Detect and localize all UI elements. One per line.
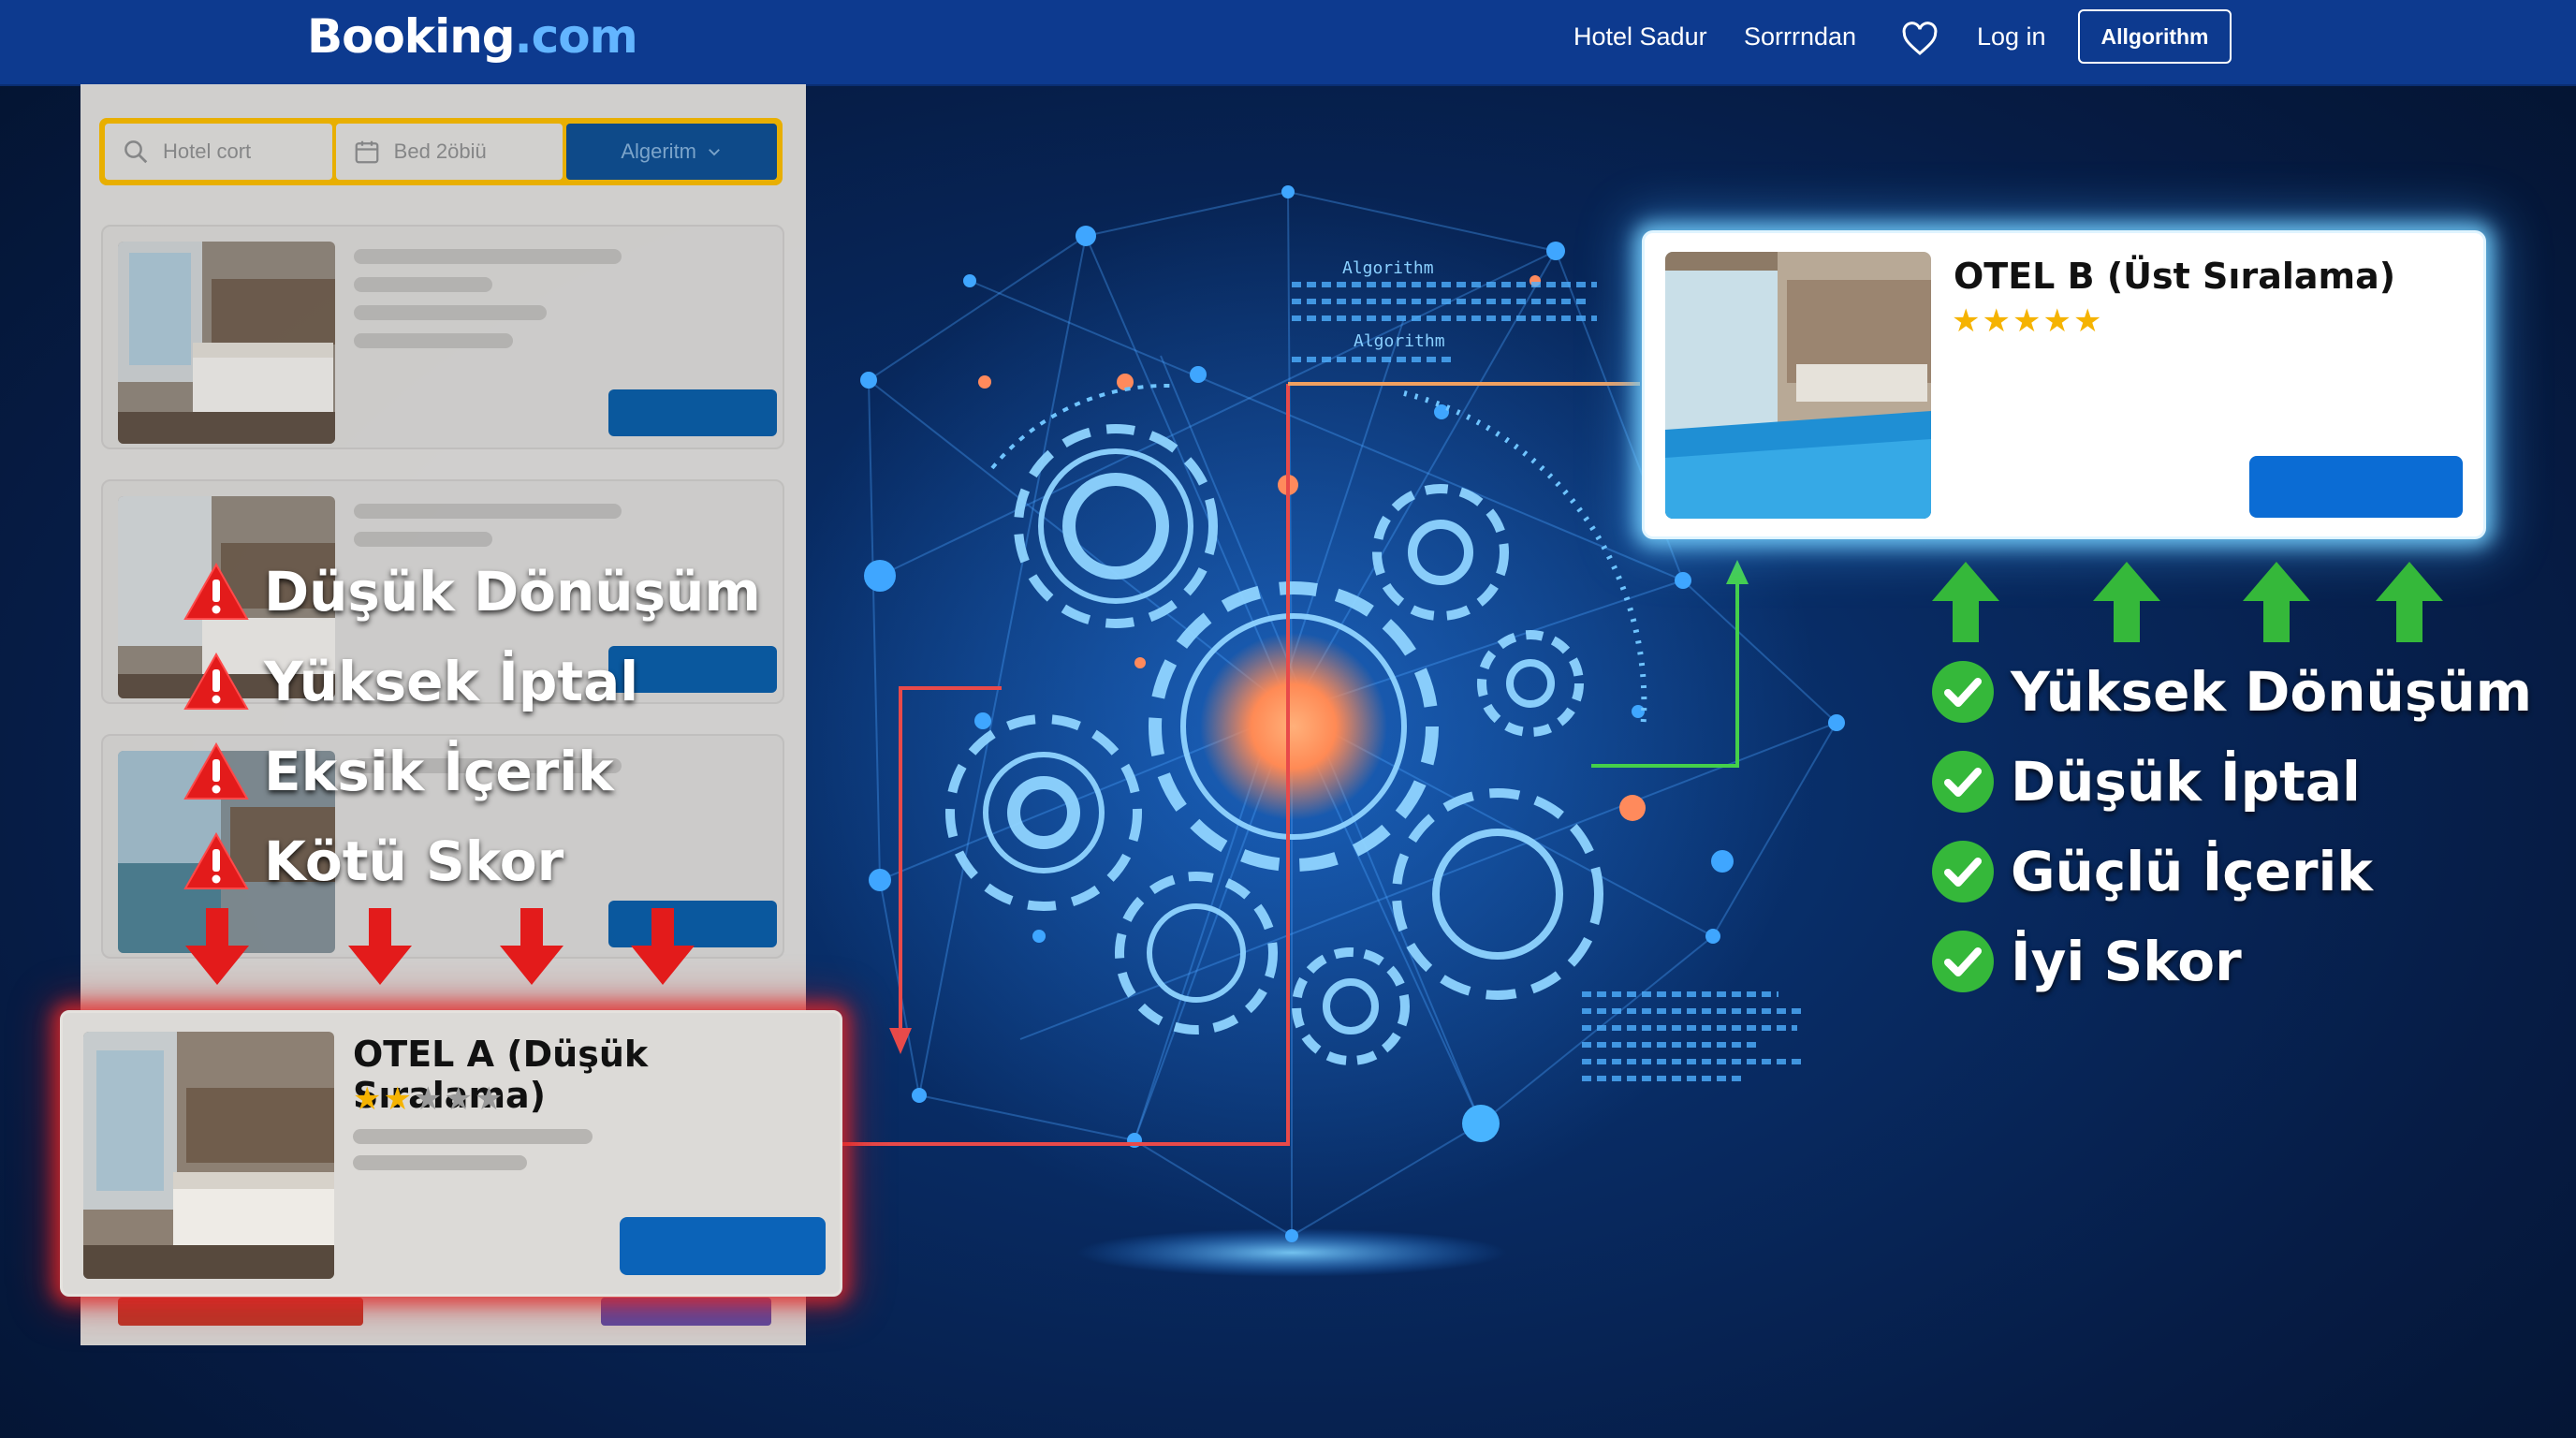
- negative-factor-label: Düşük Dönüşüm: [264, 560, 761, 624]
- positive-factor-label: İyi Skor: [2011, 930, 2242, 993]
- negative-factor: Kötü Skor: [183, 829, 564, 893]
- hotel-b-rating-stars: ★★★★★: [1952, 302, 2103, 340]
- search-icon: [124, 140, 148, 164]
- star-filled-icon: ★: [353, 1080, 384, 1118]
- arrow-down-icon: [348, 908, 412, 985]
- hotel-a-rating-stars: ★★★★★: [353, 1080, 505, 1118]
- check-icon: [1932, 661, 1994, 723]
- star-filled-icon: ★: [2042, 302, 2073, 340]
- check-icon: [1932, 931, 1994, 992]
- hotel-room-image: [118, 242, 335, 444]
- arrow-down-icon: [500, 908, 564, 985]
- negative-factor: Eksik İçerik: [183, 740, 614, 803]
- arrow-up-icon: [2376, 562, 2443, 642]
- algorithm-dropdown[interactable]: Algeritm: [566, 124, 778, 180]
- arrow-up-icon: [2243, 562, 2310, 642]
- warning-icon: [183, 653, 249, 710]
- negative-factor-label: Eksik İçerik: [264, 740, 614, 803]
- chevron-down-icon: [709, 149, 720, 156]
- warning-icon: [183, 832, 249, 889]
- positive-factor-label: Yüksek Dönüşüm: [2011, 660, 2533, 724]
- arrow-up-icon: [1932, 562, 1999, 642]
- search-bar: Hotel cort Bed 2öbiü Algeritm: [99, 118, 783, 185]
- positive-factor-label: Güçlü İçerik: [2011, 840, 2373, 903]
- hotel-a-cta-button[interactable]: [620, 1217, 826, 1275]
- hotel-search-text: Hotel cort: [163, 139, 252, 163]
- star-filled-icon: ★: [2012, 302, 2043, 340]
- date-text: Bed 2öbiü: [393, 139, 487, 163]
- positive-factor: Güçlü İçerik: [1930, 839, 2373, 904]
- hotel-a-image: [83, 1032, 334, 1279]
- positive-factor: Yüksek Dönüşüm: [1930, 659, 2532, 725]
- star-empty-icon: ★: [474, 1080, 505, 1118]
- positive-factor: Düşük İptal: [1930, 749, 2361, 814]
- star-empty-icon: ★: [444, 1080, 475, 1118]
- star-filled-icon: ★: [1982, 302, 2012, 340]
- algorithm-dropdown-label: Algeritm: [621, 139, 697, 163]
- arrow-down-icon: [631, 908, 695, 985]
- calendar-icon: [355, 140, 379, 164]
- hotel-b-card[interactable]: OTEL B (Üst Sıralama) ★★★★★: [1642, 230, 2486, 539]
- hotel-b-pool-image: [1665, 252, 1931, 519]
- listing-card[interactable]: [101, 225, 784, 449]
- listing-peek: [118, 1298, 363, 1326]
- hotel-b-cta-button[interactable]: [2249, 456, 2463, 518]
- star-filled-icon: ★: [2072, 302, 2104, 340]
- listing-peek: [601, 1298, 771, 1326]
- hotel-search-field[interactable]: Hotel cort: [105, 124, 332, 180]
- date-field[interactable]: Bed 2öbiü: [335, 124, 564, 180]
- positive-factor: İyi Skor: [1930, 929, 2242, 994]
- negative-factor: Yüksek İptal: [183, 650, 638, 713]
- warning-icon: [183, 742, 249, 800]
- star-filled-icon: ★: [383, 1080, 414, 1118]
- star-empty-icon: ★: [413, 1080, 445, 1118]
- positive-factor-label: Düşük İptal: [2011, 750, 2361, 814]
- star-filled-icon: ★: [1952, 302, 1983, 340]
- hotel-a-card[interactable]: OTEL A (Düşük Sıralama) ★★★★★: [60, 1010, 842, 1297]
- check-icon: [1932, 751, 1994, 813]
- warning-icon: [183, 563, 249, 620]
- algorithm-label-2: Algorithm: [1354, 331, 1445, 351]
- negative-factor: Düşük Dönüşüm: [183, 560, 761, 624]
- algorithm-label-1: Algorithm: [1342, 258, 1434, 278]
- arrow-down-icon: [185, 908, 249, 985]
- hotel-b-title: OTEL B (Üst Sıralama): [1954, 256, 2396, 297]
- check-icon: [1932, 841, 1994, 902]
- negative-factor-label: Kötü Skor: [264, 829, 564, 893]
- listing-cta-button[interactable]: [608, 389, 777, 436]
- negative-factor-label: Yüksek İptal: [264, 650, 639, 713]
- arrow-up-icon: [2093, 562, 2160, 642]
